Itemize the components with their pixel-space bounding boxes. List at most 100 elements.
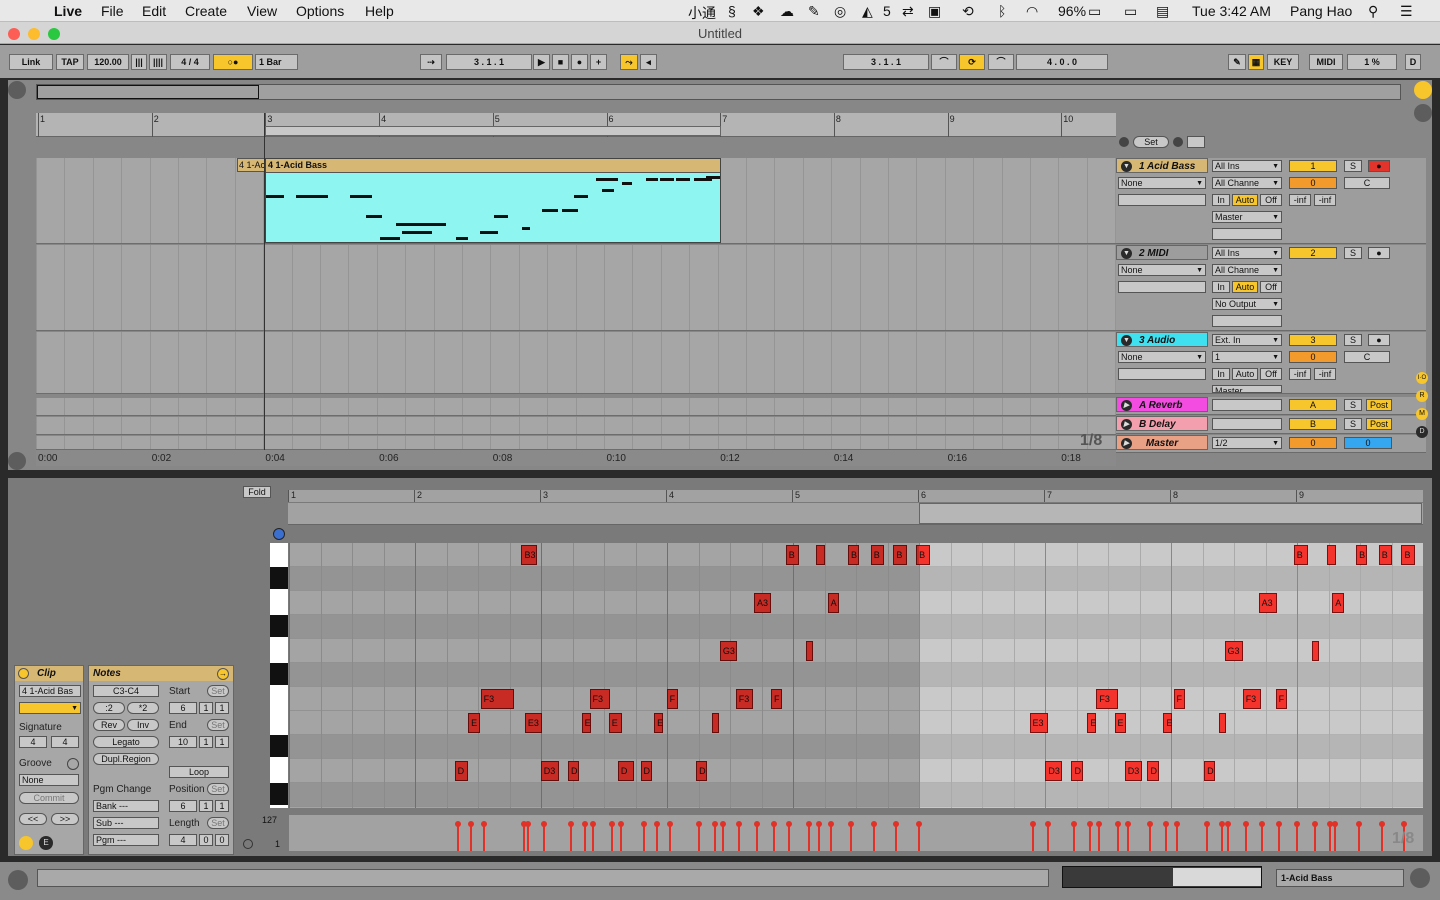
midi-from-none[interactable]: None <box>1118 264 1206 276</box>
nudge-forward-button[interactable]: >> <box>51 813 79 825</box>
input-channel-select[interactable]: All Channe <box>1212 177 1282 189</box>
solo-button[interactable]: S <box>1344 247 1362 259</box>
velocity-handle[interactable] <box>1218 821 1225 827</box>
app-menu[interactable]: Live <box>54 3 82 19</box>
velocity-handle[interactable] <box>735 821 742 827</box>
midi-note[interactable]: F3 <box>1096 689 1118 709</box>
velocity-stem[interactable] <box>713 825 716 851</box>
midi-note[interactable]: E <box>1087 713 1097 733</box>
velocity-handle[interactable] <box>1124 821 1131 827</box>
loop-length-field[interactable]: 4 . 0 . 0 <box>1016 54 1108 70</box>
time-ruler[interactable]: 0:00 0:02 0:04 0:06 0:08 0:10 0:12 0:14 0:16 0:18 <box>36 450 1116 466</box>
midi-note[interactable]: E <box>1163 713 1173 733</box>
track-title[interactable]: ▶ Master <box>1116 435 1208 450</box>
notification-center-icon[interactable]: ☰ <box>1400 3 1413 20</box>
velocity-stem[interactable] <box>918 825 921 851</box>
velocity-handle[interactable] <box>711 821 718 827</box>
arm-button[interactable]: ● <box>1368 160 1390 172</box>
cloud-icon[interactable]: ☁ <box>780 3 794 20</box>
track-title[interactable]: ▼ 3 Audio <box>1116 332 1208 347</box>
loop-button[interactable]: Loop <box>169 766 229 778</box>
velocity-stem[interactable] <box>456 825 459 851</box>
velocity-stem[interactable] <box>1047 825 1050 851</box>
output-select[interactable]: 1/2 <box>1212 437 1282 449</box>
editor-loop-brace[interactable] <box>288 503 1423 525</box>
start-sixteenth[interactable]: 1 <box>215 702 229 714</box>
velocity-stem[interactable] <box>1295 825 1298 851</box>
commit-button[interactable]: Commit <box>19 792 79 804</box>
double-tempo-button[interactable]: *2 <box>127 702 159 714</box>
bluetooth-icon[interactable]: ᛒ <box>998 3 1006 19</box>
velocity-handle[interactable] <box>666 821 673 827</box>
velocity-handle[interactable] <box>640 821 647 827</box>
invert-button[interactable]: Inv <box>127 719 159 731</box>
program-field[interactable]: Pgm --- <box>93 834 159 846</box>
track-io-toggle-icon[interactable] <box>1414 81 1432 99</box>
velocity-handle[interactable] <box>1071 821 1078 827</box>
signature-numerator[interactable]: 4 <box>19 736 47 748</box>
teamviewer-icon[interactable]: ⇄ <box>902 3 914 20</box>
velocity-handle[interactable] <box>454 821 461 827</box>
midi-note[interactable]: E <box>1114 713 1126 733</box>
velocity-stem[interactable] <box>1220 825 1223 851</box>
hide-info-icon[interactable] <box>8 452 26 470</box>
velocity-handle[interactable] <box>608 821 615 827</box>
pan-field[interactable]: C <box>1344 351 1390 363</box>
editor-loop-region[interactable] <box>919 503 1422 524</box>
velocity-handle[interactable] <box>589 821 596 827</box>
velocity-stem[interactable] <box>542 825 545 851</box>
monitor-off-button[interactable]: Off <box>1260 368 1282 380</box>
velocity-handle[interactable] <box>617 821 624 827</box>
length-beat[interactable]: 0 <box>199 834 213 846</box>
track-head-audio[interactable]: ▼ 3 Audio None Ext. In 1 In Auto Off Mast… <box>1116 332 1426 394</box>
track-activator[interactable]: 2 <box>1289 247 1337 259</box>
loop-switch-icon[interactable]: ⟳ <box>959 54 985 70</box>
tap-button[interactable]: TAP <box>56 54 84 70</box>
menu-create[interactable]: Create <box>185 3 227 19</box>
velocity-stem[interactable] <box>1277 825 1280 851</box>
velocity-editor[interactable] <box>289 815 1423 851</box>
track-head-reverb[interactable]: ▶ A Reverb A S Post <box>1116 397 1426 415</box>
velocity-handle[interactable] <box>1356 821 1363 827</box>
velocity-stem[interactable] <box>583 825 586 851</box>
monitor-off-button[interactable]: Off <box>1260 281 1282 293</box>
velocity-handle[interactable] <box>524 821 531 827</box>
monitor-slot[interactable] <box>1118 281 1206 293</box>
velocity-stem[interactable] <box>1031 825 1034 851</box>
velocity-stem[interactable] <box>787 825 790 851</box>
position-sixteenth[interactable]: 1 <box>215 800 229 812</box>
punch-out-icon[interactable]: ⌒ <box>988 54 1014 70</box>
velocity-handle[interactable] <box>540 821 547 827</box>
velocity-handle[interactable] <box>468 821 475 827</box>
velocity-handle[interactable] <box>719 821 726 827</box>
midi-note[interactable]: F <box>1275 689 1287 709</box>
velocity-stem[interactable] <box>470 825 473 851</box>
track-title[interactable]: ▼ 2 MIDI <box>1116 245 1208 260</box>
velocity-stem[interactable] <box>737 825 740 851</box>
input-channel-select[interactable]: 1 <box>1212 351 1282 363</box>
velocity-stem[interactable] <box>523 825 526 851</box>
input-type-select[interactable]: All Ins <box>1212 247 1282 259</box>
velocity-handle[interactable] <box>1173 821 1180 827</box>
start-bar[interactable]: 6 <box>169 702 197 714</box>
monitor-off-button[interactable]: Off <box>1260 194 1282 206</box>
black-key[interactable] <box>270 663 288 685</box>
pan-field[interactable]: C <box>1344 177 1390 189</box>
returns-section-icon[interactable]: R <box>1416 390 1428 402</box>
midi-note[interactable]: E3 <box>1029 713 1048 733</box>
input-method-label[interactable]: 小通 <box>688 3 716 23</box>
flag-icon[interactable]: ▤ <box>1156 3 1169 20</box>
midi-note[interactable]: D3 <box>1124 761 1142 781</box>
sync-icon[interactable]: ◎ <box>834 3 846 20</box>
velocity-handle[interactable] <box>480 821 487 827</box>
velocity-handle[interactable] <box>916 821 923 827</box>
menu-help[interactable]: Help <box>365 3 394 19</box>
midi-note[interactable]: A3 <box>1258 593 1277 613</box>
adobe-count[interactable]: 5 <box>883 3 891 19</box>
back-to-arrangement-icon[interactable]: ◂ <box>640 54 657 70</box>
lane-delay[interactable] <box>36 417 1117 435</box>
velocity-stem[interactable] <box>829 825 832 851</box>
velocity-handle[interactable] <box>1096 821 1103 827</box>
velocity-stem[interactable] <box>656 825 659 851</box>
evernote-icon[interactable]: ✎ <box>808 3 820 20</box>
